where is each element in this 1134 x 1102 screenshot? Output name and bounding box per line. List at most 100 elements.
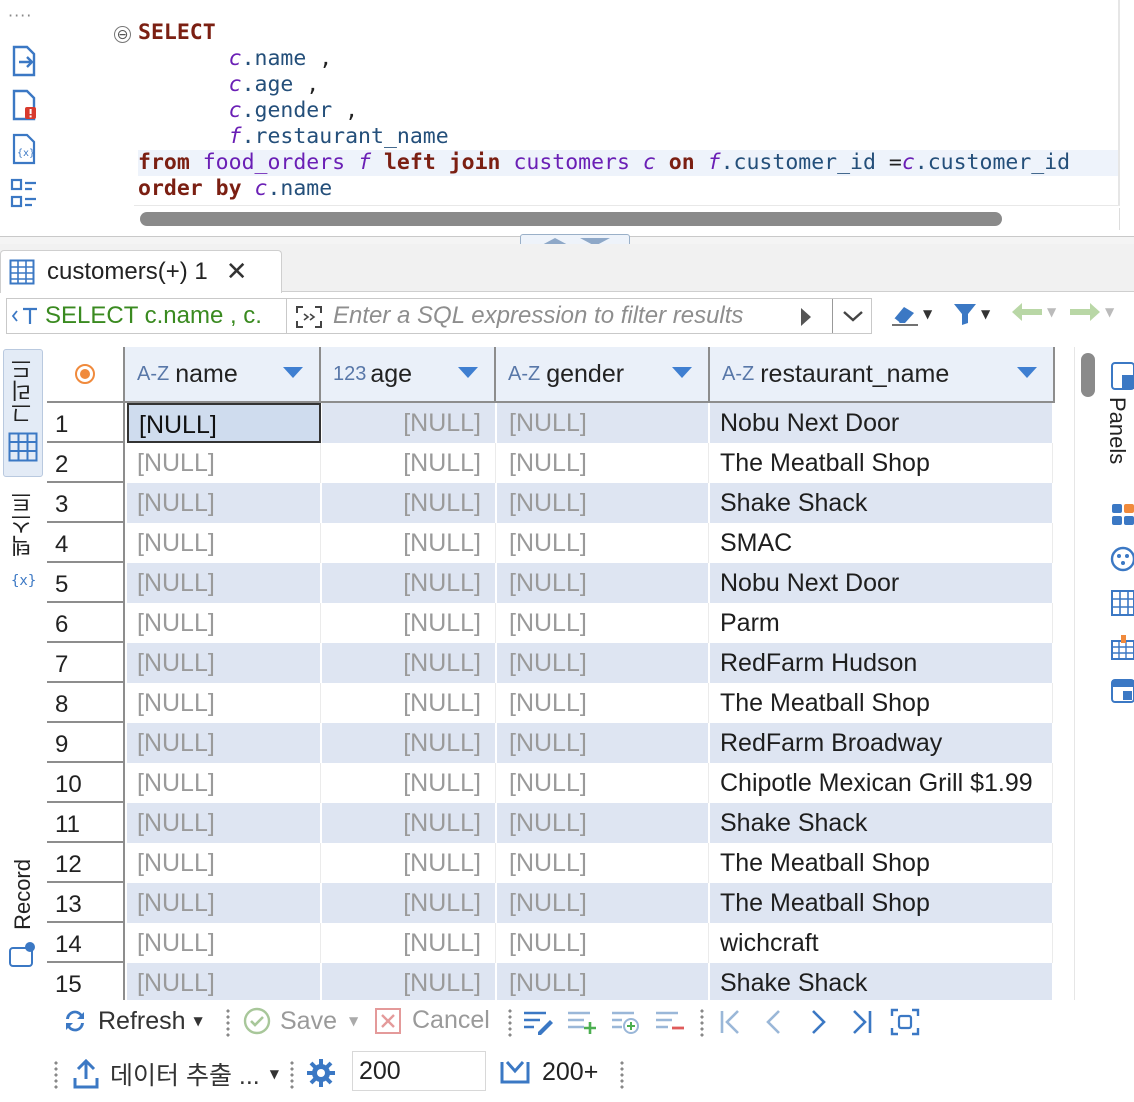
cell-age[interactable]: [NULL] <box>322 563 496 603</box>
fetch-settings-button[interactable] <box>306 1058 336 1088</box>
cell-gender[interactable]: [NULL] <box>497 523 709 563</box>
cell-name[interactable]: [NULL] <box>127 923 321 963</box>
sort-dropdown-icon[interactable] <box>672 367 692 378</box>
cell-age[interactable]: [NULL] <box>322 963 496 1000</box>
cell-restaurant-name[interactable]: Chipotle Mexican Grill $1.99 <box>710 763 1053 803</box>
row-number[interactable]: 13 <box>47 883 125 923</box>
code-line[interactable]: f.restaurant_name <box>138 124 1120 150</box>
row-number[interactable]: 10 <box>47 763 125 803</box>
references-icon[interactable] <box>1110 677 1134 705</box>
cell-gender[interactable]: [NULL] <box>497 923 709 963</box>
cell-age[interactable]: [NULL] <box>322 843 496 883</box>
cell-restaurant-name[interactable]: Nobu Next Door <box>710 403 1053 443</box>
sql-editor[interactable]: ···· {x} ⊖ SELECT c.name , c.age , c.gen… <box>0 0 1134 236</box>
table-row[interactable]: 4 [NULL] [NULL] [NULL] SMAC <box>47 523 1057 563</box>
caret-down-icon[interactable]: ▼ <box>270 1067 279 1081</box>
row-number[interactable]: 6 <box>47 603 125 643</box>
close-icon[interactable]: ✕ <box>226 259 248 285</box>
cell-name[interactable]: [NULL] <box>127 643 321 683</box>
cell-restaurant-name[interactable]: wichcraft <box>710 923 1053 963</box>
table-row[interactable]: 7 [NULL] [NULL] [NULL] RedFarm Hudson <box>47 643 1057 683</box>
row-number[interactable]: 11 <box>47 803 125 843</box>
cell-gender[interactable]: [NULL] <box>497 803 709 843</box>
history-forward-button[interactable]: ▼ <box>1068 301 1114 323</box>
cell-gender[interactable]: [NULL] <box>497 963 709 1000</box>
cell-gender[interactable]: [NULL] <box>497 563 709 603</box>
value-viewer-icon[interactable] <box>1110 501 1134 529</box>
cell-name[interactable]: [NULL] <box>127 523 321 563</box>
aggregate-icon[interactable] <box>1110 589 1134 617</box>
cell-restaurant-name[interactable]: The Meatball Shop <box>710 683 1053 723</box>
table-row[interactable]: 3 [NULL] [NULL] [NULL] Shake Shack <box>47 483 1057 523</box>
cell-gender[interactable]: [NULL] <box>497 883 709 923</box>
column-header-age[interactable]: 123 age <box>321 347 496 403</box>
code-line[interactable]: c.age , <box>138 72 1120 98</box>
sort-dropdown-icon[interactable] <box>458 367 478 378</box>
execute-statement-icon[interactable] <box>8 44 40 78</box>
cell-restaurant-name[interactable]: RedFarm Hudson <box>710 643 1053 683</box>
previous-page-button[interactable] <box>760 1008 788 1036</box>
cell-name[interactable]: [NULL] <box>127 483 321 523</box>
export-data-button[interactable]: 데이터 추출 ... ▼ <box>72 1056 279 1092</box>
grouping-icon[interactable] <box>1110 633 1134 661</box>
cell-age[interactable]: [NULL] <box>322 883 496 923</box>
fetch-size-input[interactable] <box>352 1051 486 1091</box>
refresh-button[interactable]: Refresh ▼ <box>60 1006 203 1036</box>
row-number[interactable]: 5 <box>47 563 125 603</box>
row-number[interactable]: 8 <box>47 683 125 723</box>
sort-dropdown-icon[interactable] <box>1017 367 1037 378</box>
filter-field[interactable] <box>286 298 872 334</box>
table-row[interactable]: 13 [NULL] [NULL] [NULL] The Meatball Shop <box>47 883 1057 923</box>
first-page-button[interactable] <box>716 1008 744 1036</box>
cell-age[interactable]: [NULL] <box>322 603 496 643</box>
delete-row-button[interactable] <box>654 1008 686 1036</box>
content-assist-icon[interactable] <box>295 305 323 329</box>
cell-name[interactable]: [NULL] <box>127 683 321 723</box>
cell-restaurant-name[interactable]: The Meatball Shop <box>710 443 1053 483</box>
tab-panels-label[interactable]: Panels <box>1104 397 1130 464</box>
column-header-name[interactable]: A-Z name <box>125 347 321 403</box>
cell-name[interactable]: [NULL] <box>127 563 321 603</box>
metadata-icon[interactable] <box>1110 545 1134 573</box>
cell-gender[interactable]: [NULL] <box>497 763 709 803</box>
cell-restaurant-name[interactable]: Nobu Next Door <box>710 563 1053 603</box>
cell-gender[interactable]: [NULL] <box>497 603 709 643</box>
tab-results[interactable]: customers(+) 1 ✕ <box>0 250 282 293</box>
scrollbar-thumb[interactable] <box>1081 353 1095 397</box>
cell-restaurant-name[interactable]: SMAC <box>710 523 1053 563</box>
table-row[interactable]: 1 [NULL] [NULL] [NULL] Nobu Next Door <box>47 403 1057 443</box>
cell-age[interactable]: [NULL] <box>322 723 496 763</box>
row-number[interactable]: 4 <box>47 523 125 563</box>
filter-history-dropdown[interactable] <box>832 299 872 333</box>
table-row[interactable]: 2 [NULL] [NULL] [NULL] The Meatball Shop <box>47 443 1057 483</box>
column-header-gender[interactable]: A-Z gender <box>496 347 710 403</box>
cell-restaurant-name[interactable]: The Meatball Shop <box>710 883 1053 923</box>
row-number[interactable]: 7 <box>47 643 125 683</box>
cell-age[interactable]: [NULL] <box>322 803 496 843</box>
cell-name[interactable]: [NULL] <box>127 443 321 483</box>
add-row-button[interactable] <box>566 1008 598 1036</box>
cell-age[interactable]: [NULL] <box>322 403 496 443</box>
cell-restaurant-name[interactable]: Shake Shack <box>710 803 1053 843</box>
cell-restaurant-name[interactable]: Parm <box>710 603 1053 643</box>
sort-dropdown-icon[interactable] <box>283 367 303 378</box>
row-number[interactable]: 1 <box>47 403 125 443</box>
column-header-restaurant-name[interactable]: A-Z restaurant_name <box>710 347 1055 403</box>
table-row[interactable]: 15 [NULL] [NULL] [NULL] Shake Shack <box>47 963 1057 1000</box>
scrollbar-thumb[interactable] <box>140 212 1002 226</box>
row-number[interactable]: 9 <box>47 723 125 763</box>
row-number[interactable]: 15 <box>47 963 125 1000</box>
erase-filter-button[interactable]: ▼ <box>890 301 932 327</box>
cell-gender[interactable]: [NULL] <box>497 723 709 763</box>
cell-gender[interactable]: [NULL] <box>497 643 709 683</box>
cell-age[interactable]: [NULL] <box>322 643 496 683</box>
table-row[interactable]: 10 [NULL] [NULL] [NULL] Chipotle Mexican Gri… <box>47 763 1057 803</box>
apply-filter-icon[interactable] <box>799 306 813 328</box>
cell-age[interactable]: [NULL] <box>322 523 496 563</box>
cell-age[interactable]: [NULL] <box>322 483 496 523</box>
cell-gender[interactable]: [NULL] <box>497 403 709 443</box>
table-row[interactable]: 9 [NULL] [NULL] [NULL] RedFarm Broadway <box>47 723 1057 763</box>
next-page-button[interactable] <box>804 1008 832 1036</box>
cell-gender[interactable]: [NULL] <box>497 843 709 883</box>
query-preview[interactable]: SELECT c.name , c. <box>6 298 286 334</box>
